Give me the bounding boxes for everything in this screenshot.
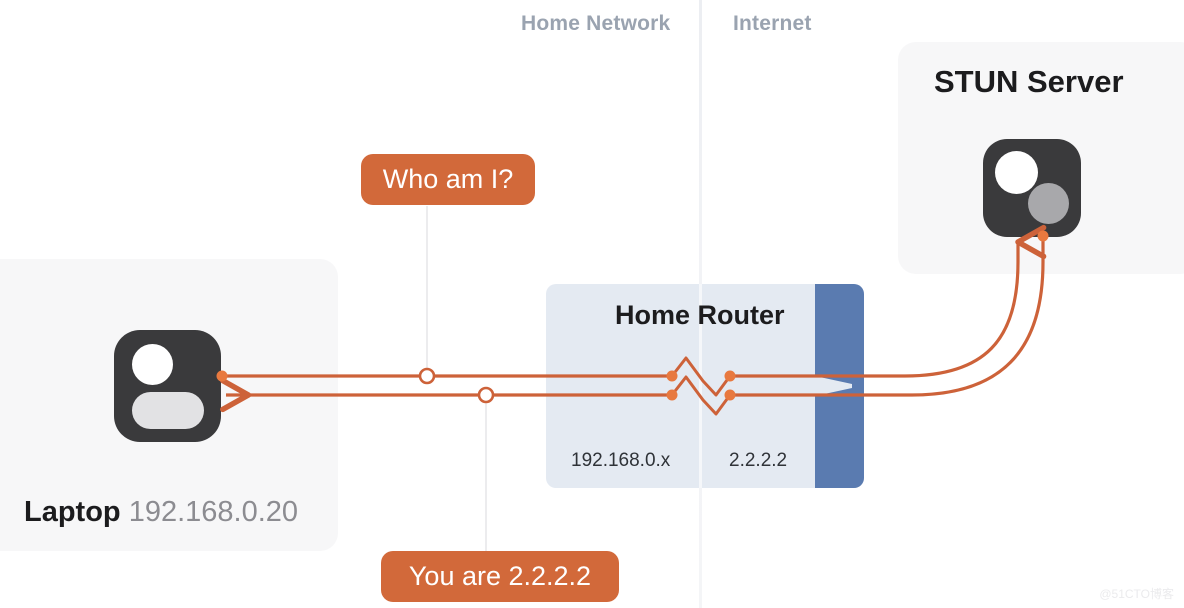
zone-label-internet: Internet xyxy=(733,12,812,35)
waypoint-ring-question xyxy=(418,367,436,385)
watermark: @51CTO博客 xyxy=(1099,587,1174,601)
person-device-icon xyxy=(114,330,221,442)
zone-label-home-network: Home Network xyxy=(521,12,671,35)
device-icon-body xyxy=(132,392,204,429)
server-icon-dot-primary xyxy=(995,151,1038,194)
laptop-ip: 192.168.0.20 xyxy=(128,496,299,528)
waypoint-ring-answer xyxy=(477,386,495,404)
device-icon-head xyxy=(132,344,173,385)
laptop-name: Laptop xyxy=(24,496,121,528)
badge-question: Who am I? xyxy=(361,154,535,205)
server-icon-dot-secondary xyxy=(1028,183,1069,224)
router-title: Home Router xyxy=(615,300,785,330)
router-lan-ip: 192.168.0.x xyxy=(571,450,671,471)
laptop-caption: Laptop 192.168.0.20 xyxy=(24,496,298,529)
stun-server-title: STUN Server xyxy=(934,64,1124,99)
firewall-bar xyxy=(815,284,864,488)
router-wan-ip: 2.2.2.2 xyxy=(729,450,788,471)
server-dots-icon xyxy=(983,139,1081,237)
badge-answer: You are 2.2.2.2 xyxy=(381,551,619,602)
diagram-canvas: Home Network Internet Laptop 192.168.0.2… xyxy=(0,0,1184,608)
